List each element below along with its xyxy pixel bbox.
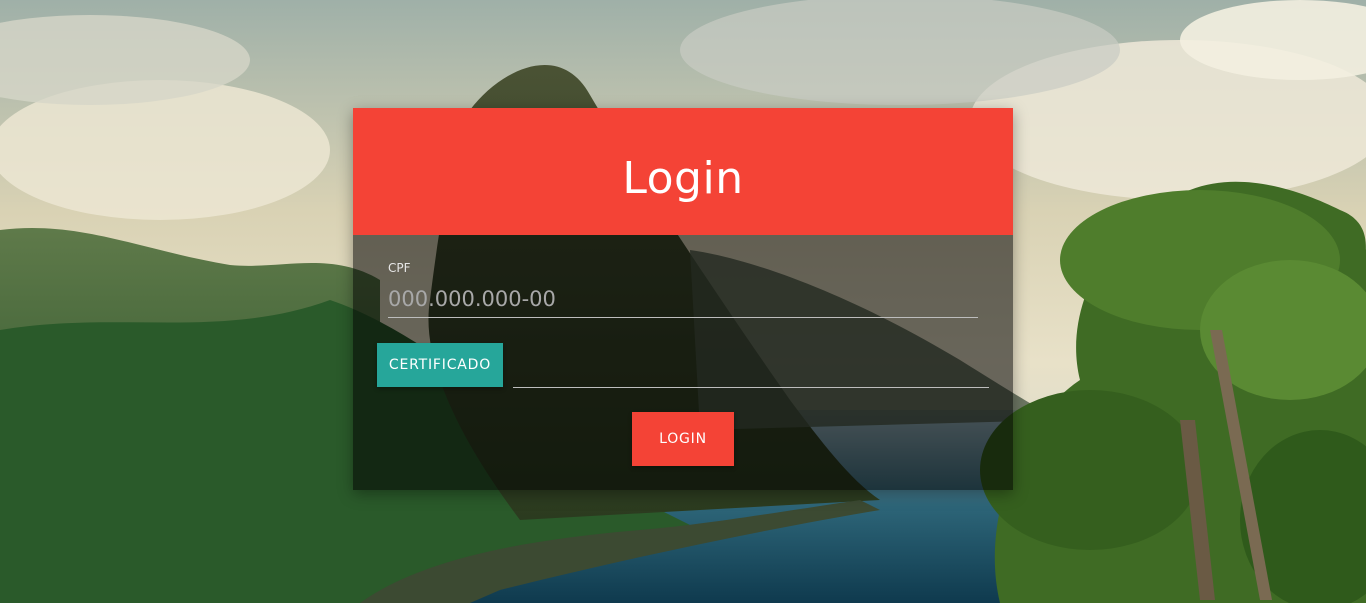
cpf-label: CPF	[388, 261, 411, 275]
login-card: Login CPF CERTIFICADO LOGIN	[353, 108, 1013, 490]
certificate-button[interactable]: CERTIFICADO	[377, 343, 503, 387]
login-title: Login	[622, 153, 744, 204]
login-card-header: Login	[353, 108, 1013, 235]
login-submit-button[interactable]: LOGIN	[632, 412, 734, 466]
certificate-file-path-input[interactable]	[513, 351, 989, 388]
cpf-input[interactable]	[388, 281, 978, 318]
login-form: CPF CERTIFICADO LOGIN	[353, 235, 1013, 490]
